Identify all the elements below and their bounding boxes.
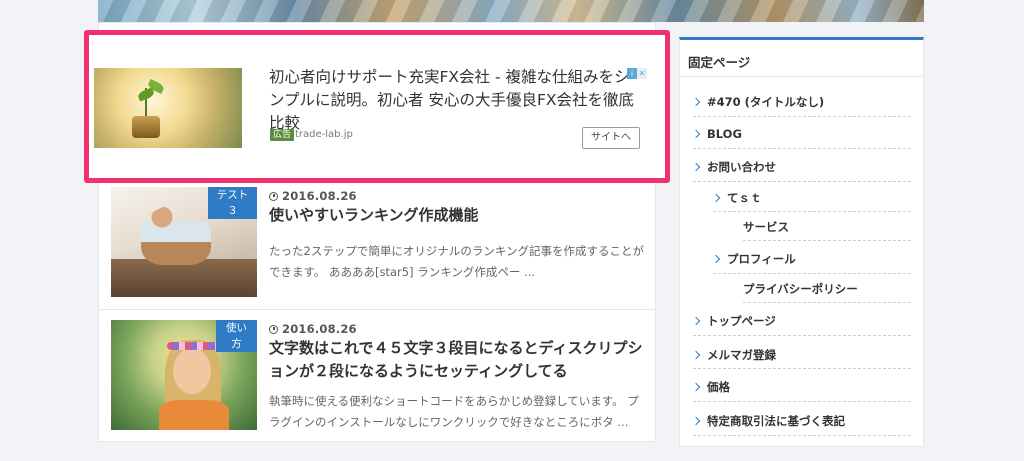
post-card[interactable]: 使い方 2016.08.26 文字数はこれで４５文字３段目になるとディスクリプシ… — [99, 318, 655, 438]
ad-title-link[interactable]: 初心者向けサポート充実FX会社 - 複雑な仕組みをシンプルに説明。初心者 安心の… — [269, 66, 639, 135]
post-divider — [99, 309, 655, 310]
ad-visit-button[interactable]: サイトへ — [582, 127, 640, 149]
ad-highlight-box: 初心者向けサポート充実FX会社 - 複雑な仕組みをシンプルに説明。初心者 安心の… — [84, 30, 670, 183]
chevron-right-icon — [691, 129, 701, 139]
ad-info-icon[interactable]: i — [627, 68, 637, 79]
ad-badge: 広告 — [270, 129, 295, 141]
sidebar-title-underline — [680, 76, 923, 77]
clock-icon — [269, 192, 278, 201]
sidebar-item-legal[interactable]: 特定商取引法に基づく表記 — [691, 410, 845, 432]
clock-icon — [269, 325, 278, 334]
post-date: 2016.08.26 — [269, 322, 357, 336]
sidebar-widget-pages: 固定ページ #470 (タイトルなし) BLOG お問い合わせ てｓｔ サービス… — [679, 37, 924, 447]
sidebar-item-blog[interactable]: BLOG — [691, 123, 742, 145]
post-title[interactable]: 文字数はこれで４５文字３段目になるとディスクリプションが２段になるようにセッティ… — [269, 337, 647, 383]
sidebar-item-service[interactable]: サービス — [743, 216, 789, 238]
sidebar-item-contact[interactable]: お問い合わせ — [691, 156, 776, 178]
chevron-right-icon — [691, 316, 701, 326]
post-title[interactable]: 使いやすいランキング作成機能 — [269, 204, 647, 227]
sidebar-item-470[interactable]: #470 (タイトルなし) — [691, 91, 824, 113]
chevron-right-icon — [691, 350, 701, 360]
chevron-right-icon — [691, 162, 701, 172]
category-badge[interactable]: テスト３ — [208, 187, 257, 219]
chevron-right-icon — [691, 97, 701, 107]
ad-thumbnail[interactable] — [94, 68, 242, 148]
sidebar-item-top-page[interactable]: トップページ — [691, 310, 776, 332]
sidebar-item-price[interactable]: 価格 — [691, 376, 730, 398]
post-date: 2016.08.26 — [269, 189, 357, 203]
sidebar-title: 固定ページ — [688, 55, 751, 70]
sidebar-item-newsletter[interactable]: メルマガ登録 — [691, 344, 776, 366]
ad-choices-icon[interactable]: i ✕ — [627, 68, 649, 80]
sidebar-item-profile[interactable]: プロフィール — [711, 248, 796, 270]
header-banner-image — [98, 0, 924, 22]
chevron-right-icon — [691, 416, 701, 426]
ad-close-icon[interactable]: ✕ — [637, 68, 647, 79]
chevron-right-icon — [691, 382, 701, 392]
post-excerpt: たった2ステップで簡単にオリジナルのランキング記事を作成することができます。 あ… — [269, 244, 644, 279]
chevron-right-icon — [711, 193, 721, 203]
sidebar-item-privacy[interactable]: プライバシーポリシー — [743, 278, 858, 300]
category-badge[interactable]: 使い方 — [216, 320, 257, 352]
ad-domain[interactable]: trade-lab.jp — [295, 129, 353, 141]
chevron-right-icon — [711, 254, 721, 264]
sidebar-item-test[interactable]: てｓｔ — [711, 187, 762, 209]
post-excerpt: 執筆時に使える便利なショートコードをあらかじめ登録しています。 プラグインのイン… — [269, 394, 639, 429]
post-card[interactable]: テスト３ 2016.08.26 使いやすいランキング作成機能 たった2ステップで… — [99, 185, 655, 307]
